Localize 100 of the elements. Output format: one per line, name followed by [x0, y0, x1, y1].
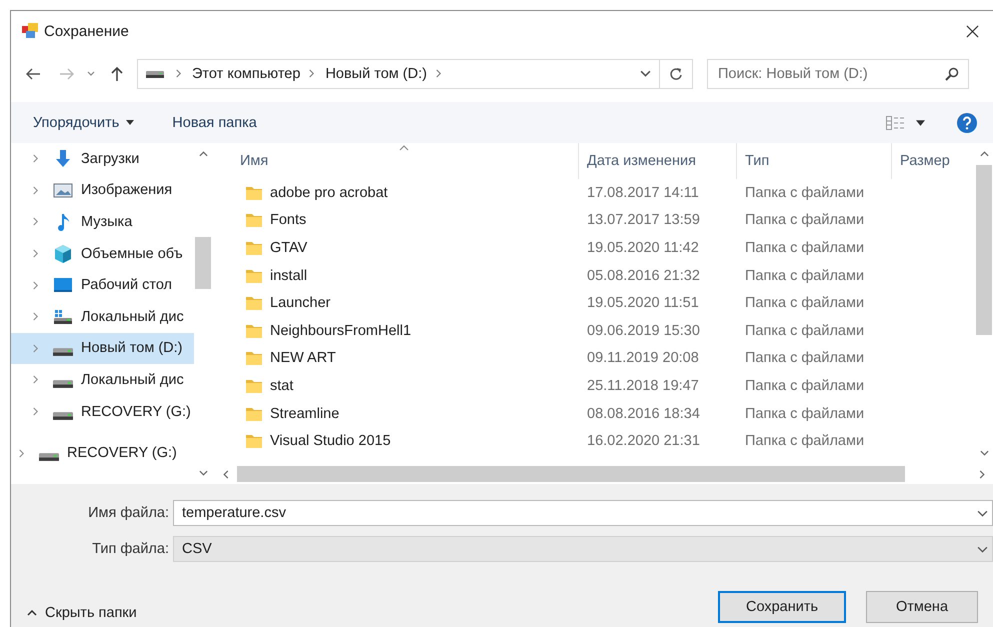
tree-item[interactable]: RECOVERY (G:)	[11, 437, 194, 469]
chevron-right-icon	[32, 407, 39, 416]
column-header[interactable]: Размер	[892, 143, 975, 179]
dialog-button[interactable]: Отмена	[866, 591, 978, 623]
chevron-down-icon[interactable]	[640, 70, 651, 77]
chevron-right-icon	[32, 249, 39, 258]
file-name[interactable]: GTAV	[270, 240, 308, 256]
tree-item[interactable]: Локальный дис	[11, 300, 194, 333]
chevron-right-icon	[32, 312, 39, 322]
folder-icon	[246, 378, 262, 393]
caret-down-icon	[126, 120, 134, 125]
breadcrumb-item[interactable]: Этот компьютер	[192, 66, 300, 82]
toolbar-button[interactable]: Новая папка	[162, 110, 267, 134]
date-cell: 09.11.2019 20:08	[587, 350, 699, 366]
type-cell: Папка с файлами	[745, 212, 864, 228]
folder-icon	[246, 268, 262, 283]
window-title: Сохранение	[44, 22, 129, 40]
tree-item[interactable]: Объемные объ	[11, 238, 194, 270]
date-cell: 19.05.2020 11:42	[587, 240, 699, 256]
breadcrumb-item[interactable]: Новый том (D:)	[325, 66, 427, 82]
address-bar[interactable]: Этот компьютер Новый том (D:)	[137, 58, 693, 88]
chevron-right-icon	[32, 375, 39, 384]
chevron-right-icon	[32, 280, 39, 290]
file-name[interactable]: Fonts	[270, 212, 306, 228]
chevron-down-icon[interactable]	[977, 510, 988, 517]
caret-down-icon[interactable]	[916, 120, 925, 126]
folder-icon	[246, 213, 262, 228]
chevron-down-icon[interactable]	[198, 470, 208, 476]
view-options-icon[interactable]	[886, 116, 906, 130]
chevron-down-icon[interactable]	[87, 70, 95, 76]
type-cell: Папка с файлами	[745, 378, 864, 394]
folder-icon	[246, 434, 262, 448]
chevron-right-icon	[434, 69, 442, 78]
default-button[interactable]: Сохранить	[718, 591, 846, 623]
chevron-right-icon	[308, 69, 316, 78]
chevron-left-icon[interactable]	[223, 470, 229, 478]
field-label: Тип файла:	[91, 541, 170, 557]
scroll-thumb[interactable]	[976, 165, 992, 335]
type-cell: Папка с файлами	[745, 240, 864, 256]
folder-icon	[246, 240, 262, 255]
folder-icon	[246, 186, 262, 200]
tree-item[interactable]: Новый том (D:)	[11, 332, 194, 364]
chevron-right-icon	[32, 186, 39, 195]
help-icon[interactable]	[957, 112, 977, 132]
date-cell: 19.05.2020 11:51	[587, 295, 699, 312]
folder-icon	[246, 296, 262, 310]
chevron-right-icon	[175, 69, 182, 78]
hide-folders-button[interactable]: Скрыть папки	[23, 601, 141, 625]
chevron-up-icon[interactable]	[198, 151, 208, 157]
close-icon[interactable]	[966, 24, 979, 38]
date-cell: 25.11.2018 19:47	[587, 378, 699, 394]
chevron-right-icon	[18, 448, 25, 458]
search-field[interactable]: Поиск: Новый том (D:)	[707, 58, 969, 88]
tree-item[interactable]: Рабочий стол	[11, 269, 194, 301]
file-name[interactable]: Streamline	[270, 406, 340, 422]
cube-icon	[53, 244, 73, 264]
column-header[interactable]: Дата изменения	[579, 143, 737, 179]
tree-item[interactable]: Музыка	[11, 206, 194, 238]
file-name[interactable]: Launcher	[270, 295, 330, 312]
file-name[interactable]: adobe pro acrobat	[270, 184, 388, 201]
date-cell: 17.08.2017 14:11	[587, 184, 699, 201]
file-name[interactable]: NEW ART	[270, 350, 336, 366]
file-name[interactable]: NeighboursFromHell1	[270, 322, 412, 339]
scroll-thumb[interactable]	[195, 237, 211, 289]
file-name[interactable]: install	[270, 268, 308, 284]
date-cell: 08.08.2016 18:34	[587, 406, 700, 422]
chevron-down-icon[interactable]	[980, 450, 988, 456]
refresh-icon[interactable]	[669, 66, 683, 80]
file-name-field[interactable]: temperature.csv	[173, 500, 993, 526]
sort-up-icon	[398, 145, 408, 151]
chevron-up-icon	[27, 610, 37, 616]
type-cell: Папка с файлами	[745, 268, 864, 284]
drive-icon	[53, 380, 73, 388]
file-name[interactable]: Visual Studio 2015	[270, 433, 391, 450]
chevron-up-icon[interactable]	[980, 151, 988, 157]
back-arrow-icon[interactable]	[25, 66, 41, 82]
type-cell: Папка с файлами	[745, 295, 864, 312]
chevron-right-icon	[32, 154, 39, 164]
drive-icon	[53, 412, 73, 420]
up-arrow-icon[interactable]	[109, 66, 125, 82]
scroll-thumb[interactable]	[237, 466, 905, 482]
tree-item[interactable]: RECOVERY (G:)	[11, 396, 194, 428]
file-name[interactable]: stat	[270, 378, 294, 394]
tree-item[interactable]: Локальный дис	[11, 364, 194, 396]
tree-item[interactable]: Изображения	[11, 174, 194, 206]
menu-button[interactable]: Упорядочить	[23, 110, 144, 134]
download-arrow-icon	[53, 148, 73, 169]
file-type-dropdown[interactable]: CSV	[173, 536, 993, 562]
date-cell: 05.08.2016 21:32	[587, 268, 700, 284]
folder-icon	[246, 406, 262, 421]
drive-icon	[145, 68, 165, 78]
drive-icon	[39, 453, 59, 462]
column-header[interactable]: Имя	[215, 143, 579, 179]
tree-item[interactable]: Загрузки	[11, 143, 194, 175]
chevron-down-icon	[977, 546, 988, 552]
column-header[interactable]: Тип	[737, 143, 892, 179]
type-cell: Папка с файлами	[745, 322, 864, 339]
search-icon[interactable]	[945, 66, 959, 80]
chevron-right-icon[interactable]	[979, 470, 985, 478]
chevron-right-icon	[32, 217, 39, 226]
